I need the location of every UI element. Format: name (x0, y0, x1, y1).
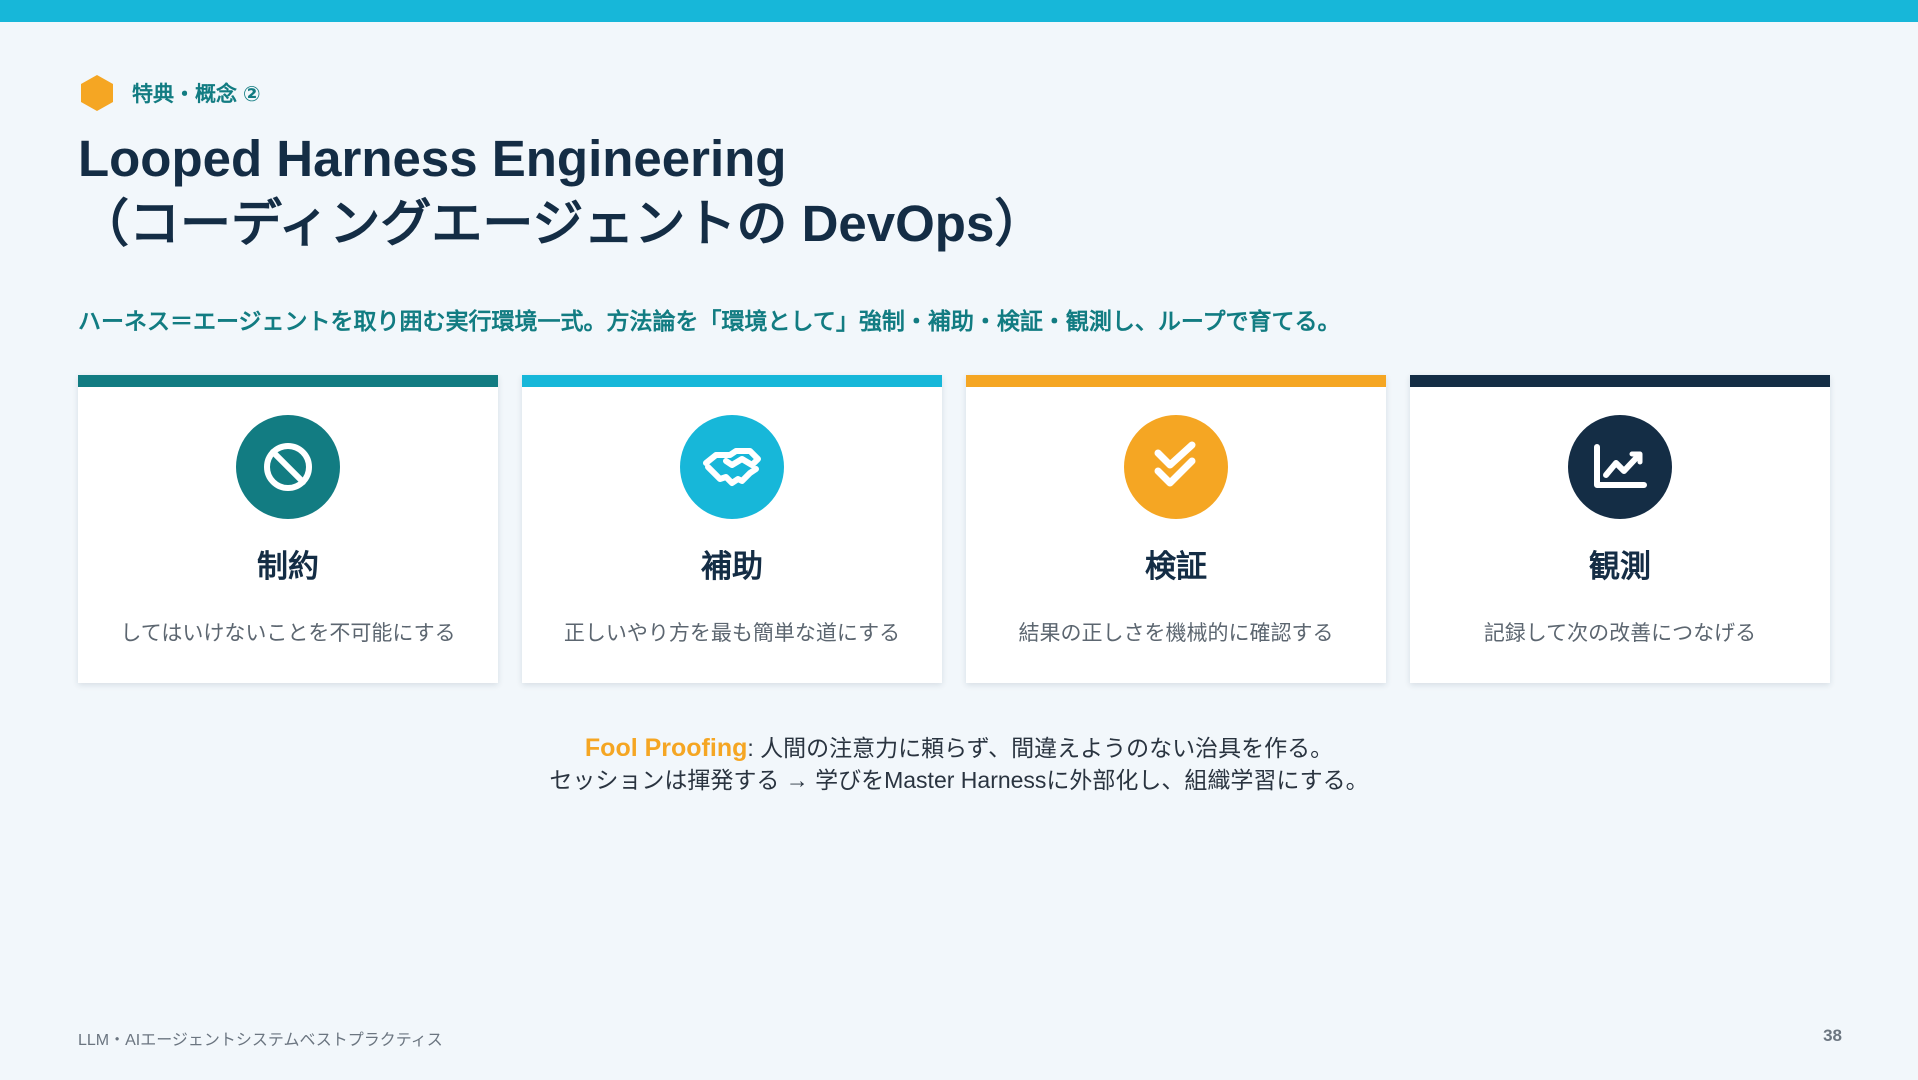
card-observe: 観測 記録して次の改善につなげる (1410, 375, 1830, 683)
title-line-1: Looped Harness Engineering (78, 130, 787, 187)
card-description: 結果の正しさを機械的に確認する (1018, 622, 1334, 645)
page-title: Looped Harness Engineering （コーディングエージェント… (78, 126, 1045, 256)
footnote-line-2: セッションは揮発する → 学びをMaster Harnessに外部化し、組織学習… (549, 767, 1369, 793)
card-constraint: 制約 してはいけないことを不可能にする (78, 375, 498, 683)
double-check-icon (1124, 415, 1228, 519)
fool-proofing-term: Fool Proofing (584, 734, 748, 762)
footer-deck-title: LLM・AIエージェントシステムベストプラクティス (78, 1032, 443, 1049)
card-accent-bar (78, 375, 498, 387)
footnote-text-1: 人間の注意力に頼らず、間違えようのない治具を作る。 (753, 735, 1334, 761)
card-title: 検証 (1145, 549, 1207, 584)
footnote-line-1: Fool Proofing: 人間の注意力に頼らず、間違えようのない治具を作る。 (0, 732, 1918, 764)
subtitle: ハーネス＝エージェントを取り囲む実行環境一式。方法論を「環境として」強制・補助・… (78, 308, 1341, 334)
ban-icon (236, 415, 340, 519)
card-title: 観測 (1589, 549, 1651, 584)
card-description: 記録して次の改善につなげる (1483, 622, 1757, 645)
page-number: 38 (1823, 1026, 1842, 1045)
top-accent-bar (0, 0, 1918, 22)
handshake-icon (680, 415, 784, 519)
card-title: 補助 (701, 549, 763, 584)
card-description: 正しいやり方を最も簡単な道にする (563, 622, 901, 645)
footnote: Fool Proofing: 人間の注意力に頼らず、間違えようのない治具を作る。… (0, 732, 1918, 796)
pillar-cards: 制約 してはいけないことを不可能にする 補助 正しいやり方を最も簡単な道にする … (78, 375, 1830, 683)
card-assist: 補助 正しいやり方を最も簡単な道にする (522, 375, 942, 683)
card-description: してはいけないことを不可能にする (120, 622, 456, 645)
hexagon-icon (81, 75, 113, 111)
card-verify: 検証 結果の正しさを機械的に確認する (966, 375, 1386, 683)
card-accent-bar (522, 375, 942, 387)
section-tag: 特典・概念 ② (78, 74, 261, 112)
card-title: 制約 (257, 549, 319, 584)
card-accent-bar (966, 375, 1386, 387)
card-accent-bar (1410, 375, 1830, 387)
chart-line-icon (1568, 415, 1672, 519)
section-label: 特典・概念 ② (132, 83, 261, 106)
title-line-2: （コーディングエージェントの DevOps） (78, 195, 1046, 252)
